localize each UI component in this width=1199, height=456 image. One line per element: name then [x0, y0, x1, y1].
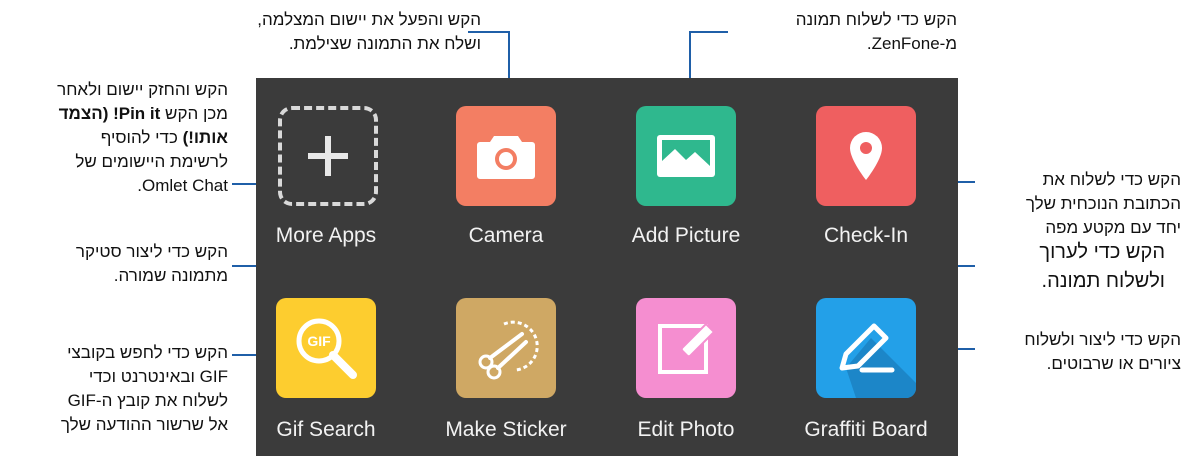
scissors-icon — [478, 320, 539, 380]
more-apps-label: More Apps — [275, 224, 377, 247]
add-picture-label: Add Picture — [631, 224, 741, 247]
apps-panel: More Apps Camera Add Picture Check-In GI… — [256, 78, 958, 456]
make-sticker-label: Make Sticker — [445, 418, 567, 441]
graffiti-board-button[interactable] — [816, 298, 916, 398]
add-picture-button[interactable] — [636, 106, 736, 206]
check-in-button[interactable] — [816, 106, 916, 206]
pencil-edit-icon — [658, 322, 716, 374]
callout-gif-search: הקש כדי לחפש בקובצי GIF ובאינטרנט וכדי ל… — [60, 343, 228, 434]
camera-icon — [477, 136, 535, 179]
pen-draw-icon — [839, 323, 916, 398]
graffiti-board-label: Graffiti Board — [804, 418, 928, 441]
callout-camera: הקש והפעל את יישום המצלמה, ושלח את התמונ… — [257, 10, 481, 53]
callout-more-apps: הקש והחזק יישום ולאחר מכן הקש Pin it! (ה… — [57, 80, 228, 195]
plus-icon — [308, 136, 348, 176]
callout-graffiti-board: הקש כדי ליצור ולשלוח ציורים או שרבוטים. — [1024, 330, 1181, 373]
gif-search-icon: GIF — [296, 318, 357, 379]
check-in-label: Check-In — [823, 224, 909, 247]
camera-label: Camera — [468, 224, 544, 247]
camera-button[interactable] — [456, 106, 556, 206]
gif-text: GIF — [307, 333, 331, 349]
callout-edit-photo: הקש כדי לערוך ולשלוח תמונה. — [1039, 241, 1165, 292]
gif-search-button[interactable]: GIF — [276, 298, 376, 398]
gif-search-label: Gif Search — [276, 418, 376, 441]
more-apps-button[interactable] — [278, 106, 378, 206]
map-pin-icon — [850, 132, 882, 180]
callout-make-sticker: הקש כדי ליצור סטיקר מתמונה שמורה. — [75, 242, 228, 285]
make-sticker-button[interactable] — [456, 298, 556, 398]
image-icon — [657, 135, 715, 177]
callout-check-in: הקש כדי לשלוח את הכתובת הנוכחית שלך יחד … — [1025, 170, 1181, 237]
callout-add-picture: הקש כדי לשלוח תמונה מ-ZenFone. — [795, 10, 957, 53]
edit-photo-label: Edit Photo — [637, 418, 735, 441]
edit-photo-button[interactable] — [636, 298, 736, 398]
